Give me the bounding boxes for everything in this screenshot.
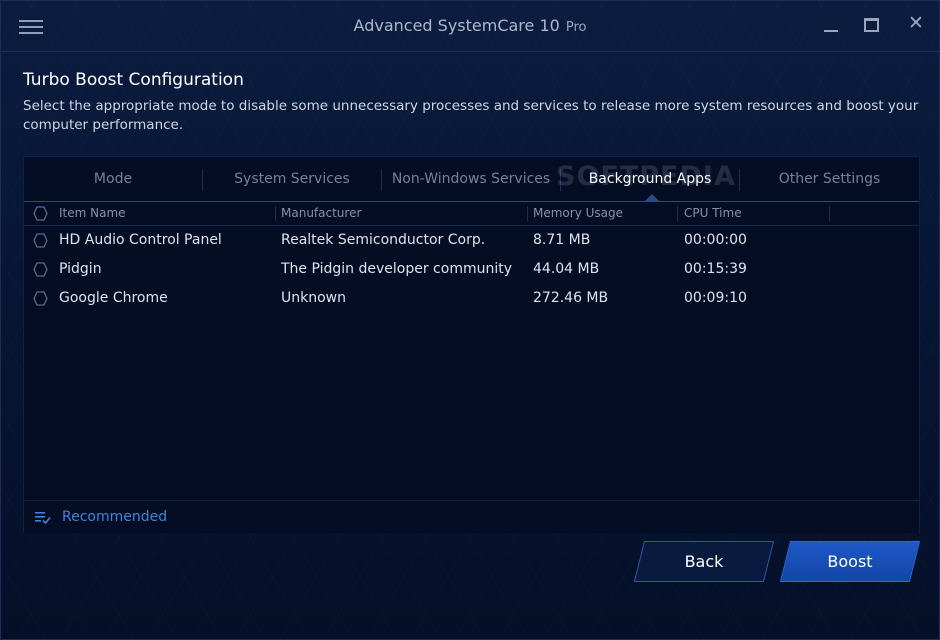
- window-title: Advanced SystemCare 10 Pro: [1, 16, 939, 35]
- item-memory: 272.46 MB: [533, 290, 609, 306]
- maximize-icon[interactable]: [860, 13, 882, 35]
- minimize-icon[interactable]: [821, 13, 843, 35]
- item-name: Google Chrome: [59, 290, 168, 306]
- tab-bar: Mode System Services Non-Windows Service…: [24, 157, 919, 202]
- page-title: Turbo Boost Configuration: [23, 70, 244, 90]
- column-memory-usage[interactable]: Memory Usage: [533, 202, 623, 225]
- back-button[interactable]: Back: [633, 541, 775, 582]
- column-manufacturer[interactable]: Manufacturer: [281, 202, 361, 225]
- app-edition: Pro: [565, 20, 587, 35]
- row-checkbox[interactable]: [33, 233, 48, 248]
- item-cpu-time: 00:09:10: [684, 290, 747, 306]
- row-checkbox[interactable]: [33, 291, 48, 306]
- column-divider: [829, 206, 830, 221]
- app-name: Advanced SystemCare 10: [353, 16, 560, 35]
- item-memory: 8.71 MB: [533, 232, 591, 248]
- row-checkbox[interactable]: [33, 262, 48, 277]
- item-cpu-time: 00:15:39: [684, 261, 747, 277]
- close-icon[interactable]: ✕: [905, 12, 927, 34]
- table-row[interactable]: Pidgin The Pidgin developer community 44…: [24, 255, 919, 284]
- item-name: HD Audio Control Panel: [59, 232, 222, 248]
- table-row[interactable]: HD Audio Control Panel Realtek Semicondu…: [24, 226, 919, 255]
- item-name: Pidgin: [59, 261, 102, 277]
- page-description: Select the appropriate mode to disable s…: [23, 98, 919, 133]
- item-manufacturer: Realtek Semiconductor Corp.: [281, 232, 486, 248]
- tab-system-services[interactable]: System Services: [203, 157, 381, 201]
- column-item-name[interactable]: Item Name: [59, 202, 126, 225]
- app-window: Advanced SystemCare 10 Pro ✕ Turbo Boost …: [0, 0, 940, 640]
- item-memory: 44.04 MB: [533, 261, 600, 277]
- item-manufacturer: The Pidgin developer community: [281, 261, 513, 277]
- tab-non-windows-services[interactable]: Non-Windows Services: [382, 157, 560, 201]
- item-cpu-time: 00:00:00: [684, 232, 747, 248]
- tab-other-settings[interactable]: Other Settings: [740, 157, 919, 201]
- select-all-checkbox[interactable]: [33, 206, 48, 221]
- active-tab-indicator: [645, 194, 659, 201]
- item-manufacturer: Unknown: [281, 290, 346, 306]
- column-divider: [275, 206, 276, 221]
- column-divider: [677, 206, 678, 221]
- recommended-list-icon: [35, 512, 51, 524]
- title-bar: Advanced SystemCare 10 Pro ✕: [1, 1, 939, 52]
- column-cpu-time[interactable]: CPU Time: [684, 202, 742, 225]
- panel-footer: Recommended: [24, 500, 919, 533]
- table-row[interactable]: Google Chrome Unknown 272.46 MB 00:09:10: [24, 284, 919, 313]
- boost-button-label: Boost: [827, 552, 873, 571]
- recommended-link[interactable]: Recommended: [62, 501, 167, 533]
- boost-button[interactable]: Boost: [779, 541, 921, 582]
- table-header: Item Name Manufacturer Memory Usage CPU …: [24, 202, 919, 226]
- column-divider: [527, 206, 528, 221]
- config-panel: Mode System Services Non-Windows Service…: [23, 156, 920, 533]
- back-button-label: Back: [684, 552, 724, 571]
- tab-mode[interactable]: Mode: [24, 157, 202, 201]
